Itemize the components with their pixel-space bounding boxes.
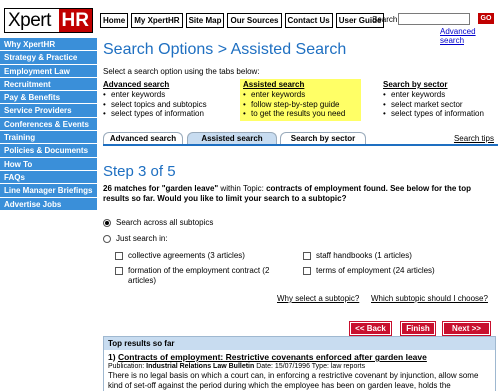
option-bullet: enter keywords bbox=[103, 90, 207, 100]
sidebar-item-service-providers[interactable]: Service Providers bbox=[0, 104, 97, 118]
sidebar: Why XpertHR Strategy & Practice Employme… bbox=[0, 38, 97, 211]
checkbox[interactable] bbox=[115, 267, 123, 275]
radio-unchecked-icon[interactable] bbox=[103, 234, 111, 243]
option-advanced-search: Advanced search enter keywords select to… bbox=[103, 80, 207, 119]
subtopic-label: terms of employment (24 articles) bbox=[316, 266, 435, 275]
matches-query: "garden leave" bbox=[161, 184, 219, 193]
sidebar-item-policies-documents[interactable]: Policies & Documents bbox=[0, 144, 97, 158]
radio-all-label: Search across all subtopics bbox=[116, 218, 214, 227]
option-assisted-search: Assisted search enter keywords follow st… bbox=[240, 79, 361, 121]
option-bullet: select types of information bbox=[383, 109, 484, 119]
matches-count: 26 matches for bbox=[103, 184, 162, 193]
instructions-text: Select a search option using the tabs be… bbox=[103, 67, 260, 76]
top-results-panel: Top results so far 1) Contracts of emplo… bbox=[103, 336, 496, 391]
tab-advanced-search[interactable]: Advanced search bbox=[103, 132, 183, 144]
option-advanced-heading[interactable]: Advanced search bbox=[103, 80, 207, 89]
tab-search-by-sector[interactable]: Search by sector bbox=[280, 132, 366, 144]
nav-site-map-button[interactable]: Site Map bbox=[185, 13, 225, 28]
option-bullet: select market sector bbox=[383, 100, 484, 110]
subtopic-formation-of-contract[interactable]: formation of the employment contract (2 … bbox=[115, 266, 285, 286]
top-results-heading: Top results so far bbox=[104, 337, 495, 350]
search-label: Search bbox=[372, 15, 398, 24]
sidebar-item-recruitment[interactable]: Recruitment bbox=[0, 77, 97, 92]
sidebar-item-line-manager-briefings[interactable]: Line Manager Briefings bbox=[0, 184, 97, 198]
option-bullet: select topics and subtopics bbox=[103, 100, 207, 110]
result-title-link[interactable]: Contracts of employment: Restrictive cov… bbox=[118, 352, 427, 362]
result-meta: Publication: Industrial Relations Law Bu… bbox=[104, 362, 495, 370]
option-search-by-sector: Search by sector enter keywords select m… bbox=[383, 80, 484, 119]
result-publication-label: Publication: bbox=[108, 363, 145, 370]
go-button[interactable]: GO bbox=[478, 13, 494, 24]
subtopic-label: staff handbooks (1 articles) bbox=[316, 251, 412, 260]
result-number: 1) bbox=[108, 352, 116, 362]
search-tabs: Advanced search Assisted search Search b… bbox=[103, 132, 498, 146]
sidebar-item-employment-law[interactable]: Employment Law bbox=[0, 64, 97, 78]
subtopic-terms-of-employment[interactable]: terms of employment (24 articles) bbox=[303, 266, 435, 276]
matches-topic-prefix: within Topic: bbox=[218, 184, 267, 193]
xperthr-logo[interactable]: Xpert HR bbox=[4, 8, 93, 33]
subtopic-staff-handbooks[interactable]: staff handbooks (1 articles) bbox=[303, 251, 412, 261]
sidebar-item-pay-benefits[interactable]: Pay & Benefits bbox=[0, 91, 97, 105]
result-date-label: Date: bbox=[256, 363, 273, 370]
result-publication: Industrial Relations Law Bulletin bbox=[146, 363, 255, 370]
checkbox[interactable] bbox=[115, 252, 123, 260]
finish-button[interactable]: Finish bbox=[400, 321, 436, 336]
why-select-subtopic-link[interactable]: Why select a subtopic? bbox=[277, 294, 359, 303]
sidebar-item-training[interactable]: Training bbox=[0, 131, 97, 145]
radio-just-label: Just search in: bbox=[116, 234, 168, 243]
checkbox[interactable] bbox=[303, 252, 311, 260]
result-type-label: Type: bbox=[311, 363, 329, 370]
next-button[interactable]: Next >> bbox=[442, 321, 491, 336]
sidebar-item-conferences-events[interactable]: Conferences & Events bbox=[0, 117, 97, 132]
sidebar-item-why-xperthr[interactable]: Why XpertHR bbox=[0, 38, 97, 52]
subtopic-label: collective agreements (3 articles) bbox=[128, 251, 245, 260]
nav-our-sources-button[interactable]: Our Sources bbox=[227, 13, 282, 28]
matches-topic: contracts of employment bbox=[266, 184, 362, 193]
checkbox[interactable] bbox=[303, 267, 311, 275]
logo-xpert-text: Xpert bbox=[8, 9, 51, 31]
which-subtopic-link[interactable]: Which subtopic should I choose? bbox=[371, 294, 488, 303]
page-title: Search Options > Assisted Search bbox=[103, 41, 347, 58]
option-bullet: enter keywords bbox=[383, 90, 484, 100]
radio-search-all-subtopics[interactable]: Search across all subtopics bbox=[103, 218, 213, 227]
result-snippet: There is no legal basis on which a court… bbox=[108, 371, 479, 390]
nav-contact-us-button[interactable]: Contact Us bbox=[284, 13, 333, 28]
result-type: law reports bbox=[330, 363, 366, 370]
subtopic-collective-agreements[interactable]: collective agreements (3 articles) bbox=[115, 251, 245, 261]
tab-assisted-search[interactable]: Assisted search bbox=[187, 132, 277, 144]
nav-my-xperthr-button[interactable]: My XpertHR bbox=[131, 13, 183, 28]
sidebar-item-advertise-jobs[interactable]: Advertise Jobs bbox=[0, 197, 97, 211]
top-navigation: Home My XpertHR Site Map Our Sources Con… bbox=[100, 13, 385, 28]
search-tips-link[interactable]: Search tips bbox=[454, 134, 494, 143]
radio-just-search-in[interactable]: Just search in: bbox=[103, 234, 168, 243]
option-bullet: follow step-by-step guide bbox=[243, 100, 358, 110]
advanced-search-link[interactable]: Advanced search bbox=[440, 27, 500, 45]
radio-checked-icon[interactable] bbox=[103, 218, 111, 227]
step-title: Step 3 of 5 bbox=[103, 163, 176, 180]
matches-summary: 26 matches for "garden leave" within Top… bbox=[103, 184, 495, 204]
result-date: 15/07/1996 bbox=[274, 363, 310, 370]
option-bullet: select types of information bbox=[103, 109, 207, 119]
option-bullet: to get the results you need bbox=[243, 109, 358, 119]
sidebar-item-faqs[interactable]: FAQs bbox=[0, 170, 97, 185]
result-title: 1) Contracts of employment: Restrictive … bbox=[104, 350, 495, 362]
search-input[interactable] bbox=[398, 13, 470, 25]
logo-box: Xpert HR bbox=[4, 8, 93, 33]
sidebar-item-how-to[interactable]: How To bbox=[0, 157, 97, 171]
back-button[interactable]: << Back bbox=[349, 321, 392, 336]
sidebar-item-strategy-practice[interactable]: Strategy & Practice bbox=[0, 51, 97, 65]
nav-home-button[interactable]: Home bbox=[100, 13, 129, 28]
subtopic-label: formation of the employment contract (2 … bbox=[128, 266, 270, 285]
option-bullet: enter keywords bbox=[243, 90, 358, 100]
option-sector-heading[interactable]: Search by sector bbox=[383, 80, 484, 89]
logo-hr-text: HR bbox=[58, 9, 92, 32]
option-assisted-heading[interactable]: Assisted search bbox=[243, 80, 358, 89]
